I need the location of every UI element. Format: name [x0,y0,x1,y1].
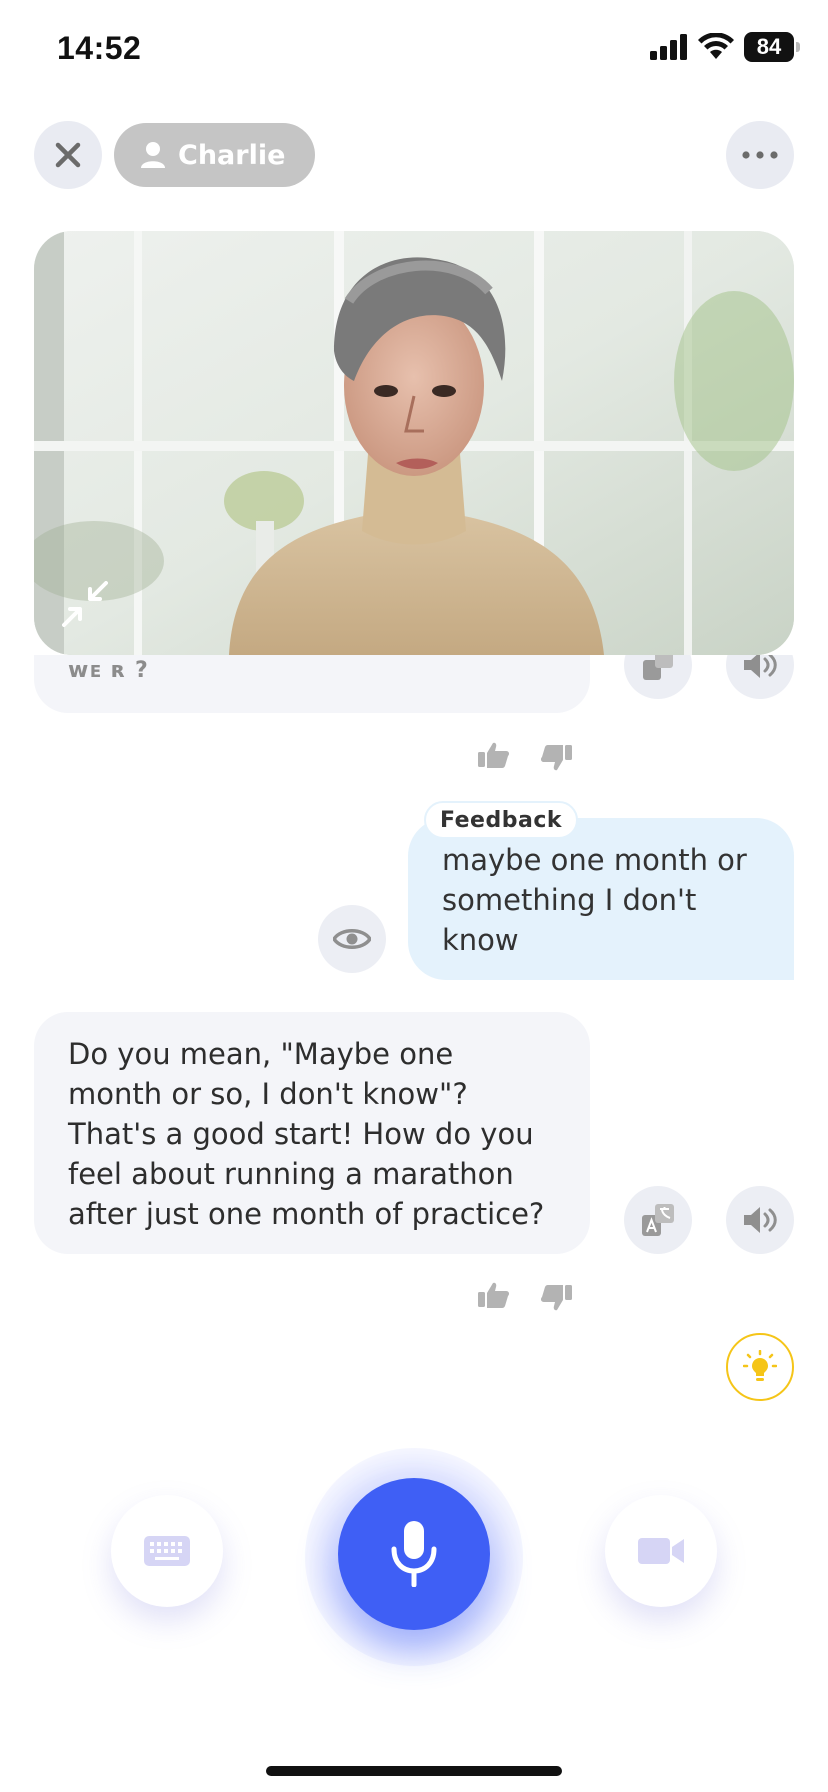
video-camera-icon [638,1538,684,1564]
ai-message-fragment: ᴡᴇ ʀ ? [68,658,149,683]
thumbs-up-button-previous[interactable] [477,740,511,770]
microphone-button[interactable] [338,1478,490,1630]
speaker-icon [744,1207,777,1233]
home-indicator [266,1766,562,1776]
thumbs-up-icon [478,1282,510,1308]
speaker-button-previous[interactable] [726,655,794,699]
keyboard-icon [144,1536,190,1566]
contact-name-chip[interactable]: Charlie [114,123,316,187]
keyboard-button[interactable] [111,1495,223,1607]
speaker-icon [744,655,777,678]
translate-icon [642,1204,674,1236]
ai-message: Do you mean, "Maybe one month or so, I d… [34,1012,590,1254]
lightbulb-icon [743,1350,777,1381]
contact-name: Charlie [178,139,286,171]
eye-icon [333,929,371,949]
close-icon [55,142,81,168]
avatar-video-panel[interactable] [34,231,794,655]
battery-indicator: 84 [744,32,800,62]
user-message[interactable]: maybe one month or something I don't kno… [408,818,794,980]
translate-button[interactable] [624,1186,692,1254]
collapse-icon[interactable] [62,581,108,627]
speaker-button[interactable] [726,1186,794,1254]
ai-message-text: Do you mean, "Maybe one month or so, I d… [68,1037,545,1231]
chat-transcript[interactable]: ᴡᴇ ʀ ? maybe one month or something I do… [0,655,828,1415]
thumbs-up-icon [478,742,510,768]
thumbs-down-button-previous[interactable] [539,743,573,773]
translate-icon [643,655,673,680]
avatar-video-feed [34,231,794,655]
thumbs-up-button[interactable] [477,1280,511,1310]
ai-message-previous: ᴡᴇ ʀ ? [34,655,590,713]
person-icon [141,142,165,168]
wifi-icon [698,33,734,59]
thumbs-down-icon [540,1285,572,1311]
signal-icon [650,34,687,60]
thumbs-down-button[interactable] [539,1283,573,1313]
thumbs-down-icon [540,745,572,771]
view-feedback-button[interactable] [318,905,386,973]
more-options-button[interactable] [726,121,794,189]
status-indicators: 84 [650,32,800,62]
feedback-tag[interactable]: Feedback [424,801,578,839]
microphone-icon [391,1521,437,1587]
more-icon [742,151,778,159]
hint-button[interactable] [726,1333,794,1401]
translate-button-previous[interactable] [624,655,692,699]
user-message-text: maybe one month or something I don't kno… [442,843,747,957]
status-time: 14:52 [57,30,142,66]
close-button[interactable] [34,121,102,189]
video-call-button[interactable] [605,1495,717,1607]
